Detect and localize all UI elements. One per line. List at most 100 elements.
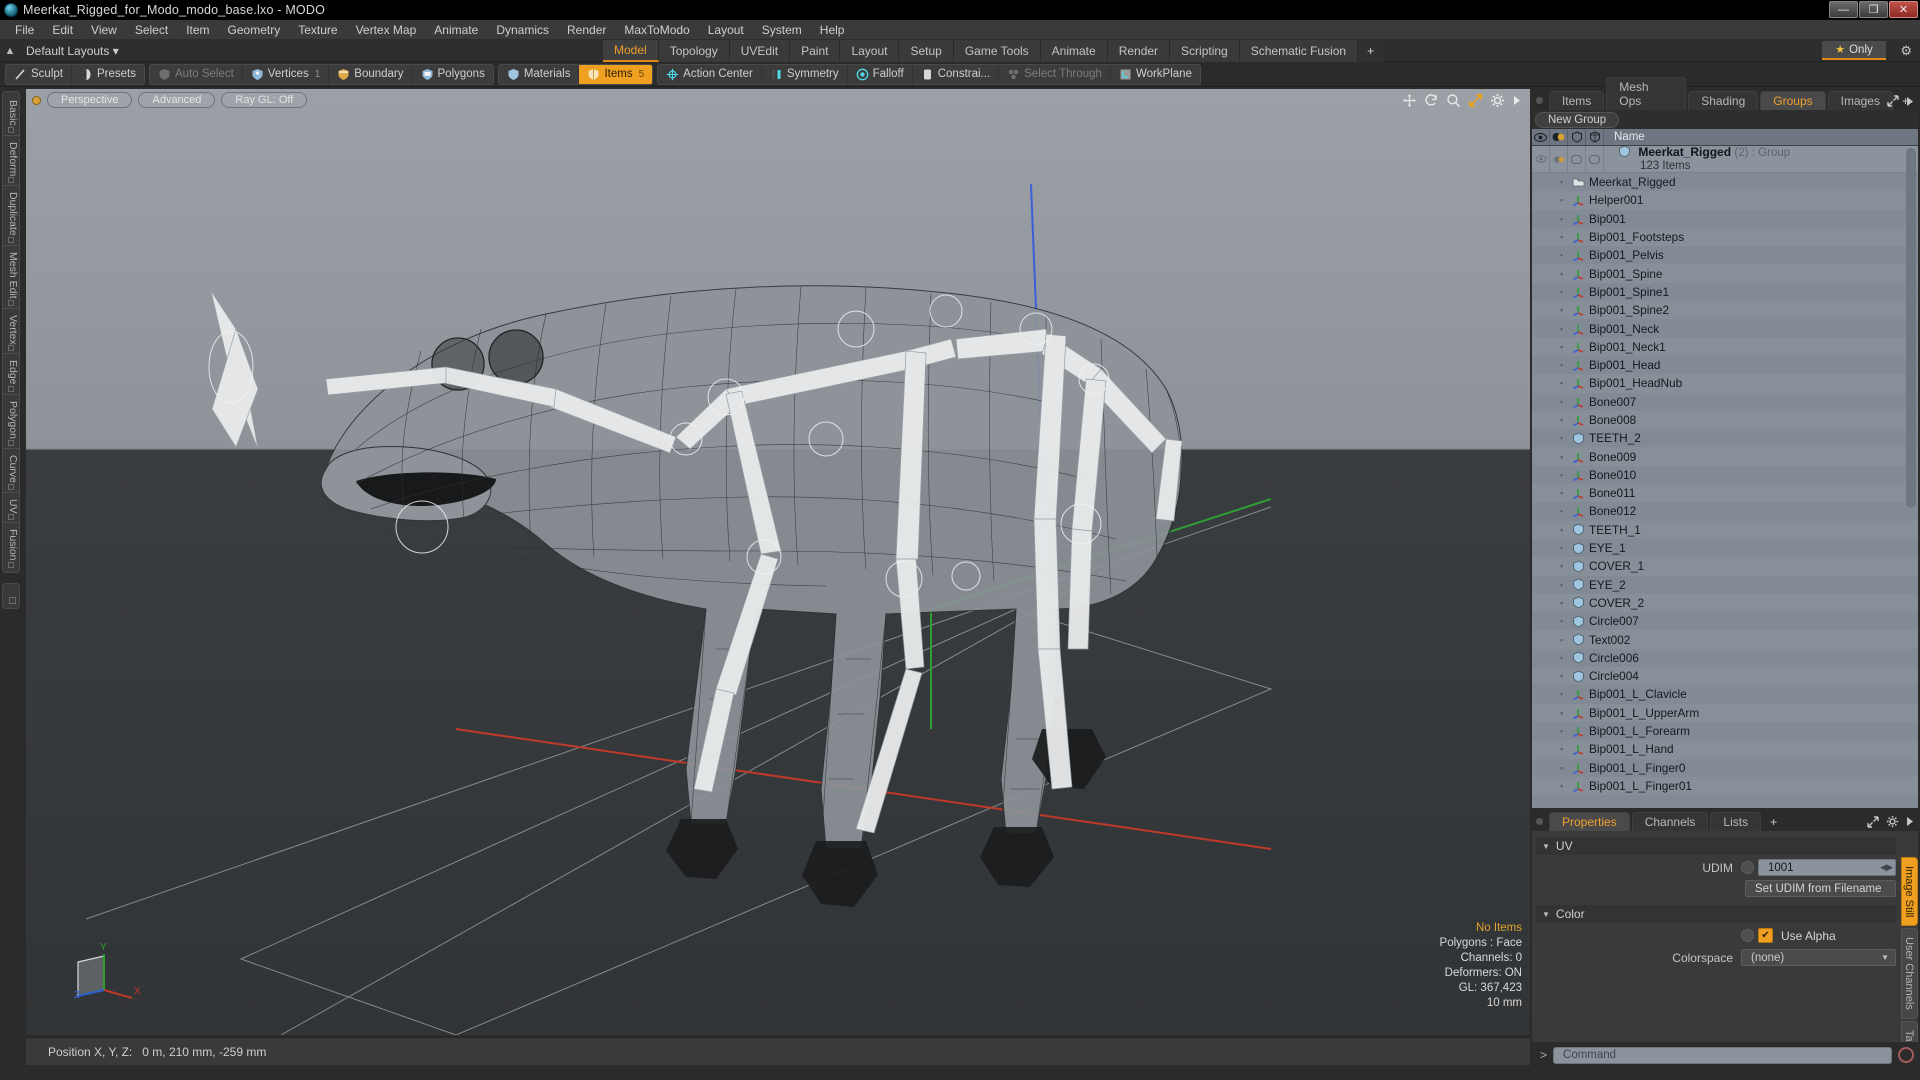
polygons-button[interactable]: Polygons (413, 65, 493, 84)
udim-knob[interactable] (1741, 861, 1754, 874)
list-item[interactable]: ▪ Bip001_HeadNub (1532, 374, 1918, 393)
list-item[interactable]: ▪ Bip001_L_Finger0 (1532, 759, 1918, 777)
left-tabs-extra-panel[interactable] (2, 582, 20, 609)
list-item[interactable]: ▪ Meerkat_Rigged (1532, 173, 1918, 191)
spinner-icon[interactable]: ◀▶ (1880, 862, 1893, 873)
list-item[interactable]: ▪ COVER_2 (1532, 593, 1918, 613)
tab-shading[interactable]: Shading (1688, 91, 1759, 110)
list-item[interactable]: ▪ Bone011 (1532, 484, 1918, 503)
left-tab-basic[interactable]: Basic (3, 94, 19, 136)
items-button[interactable]: Items 5 (579, 64, 653, 84)
list-item[interactable]: ▪ COVER_1 (1532, 557, 1918, 576)
expand-icon[interactable] (1867, 815, 1879, 828)
left-tab-deform[interactable]: Deform (3, 136, 19, 187)
expand-icon[interactable] (1887, 95, 1899, 107)
use-alpha-checkbox[interactable]: ✔ (1758, 928, 1773, 943)
list-item[interactable]: ▪ Text002 (1532, 630, 1918, 649)
materials-button[interactable]: Materials (499, 64, 580, 84)
list-item[interactable]: ▪ Bip001_L_Finger01 (1532, 776, 1918, 796)
menu-item-help[interactable]: Help (811, 21, 854, 39)
set-udim-from-filename-button[interactable]: Set UDIM from Filename (1745, 880, 1896, 897)
minimize-button[interactable]: — (1829, 1, 1858, 18)
select-through-button[interactable]: Select Through (999, 64, 1111, 84)
menu-item-maxtomodo[interactable]: MaxToModo (615, 21, 698, 39)
new-group-button[interactable]: New Group (1535, 111, 1620, 128)
viewport-shading-button[interactable]: Advanced (138, 92, 216, 108)
list-item[interactable]: ▪ Bone007 (1532, 393, 1918, 411)
only-toggle[interactable]: ★ Only (1822, 41, 1886, 60)
list-item[interactable]: ▪ Bone012 (1532, 502, 1918, 520)
list-item[interactable]: ▪ Bip001_Footsteps (1532, 227, 1918, 247)
tab-topology[interactable]: Topology (658, 40, 730, 62)
tab-schematic-fusion[interactable]: Schematic Fusion (1239, 40, 1359, 62)
list-item[interactable]: ▪ Bone010 (1532, 466, 1918, 484)
menu-item-layout[interactable]: Layout (699, 21, 753, 39)
list-item[interactable]: ▪ Bip001_Spine (1532, 264, 1918, 283)
panel-menu-dot[interactable] (1536, 97, 1543, 104)
zoom-icon[interactable] (1446, 93, 1461, 108)
row-shade-toggle[interactable] (1568, 146, 1586, 172)
menu-item-texture[interactable]: Texture (289, 21, 346, 39)
properties-menu-dot[interactable] (1536, 818, 1543, 825)
shade-icon[interactable] (1568, 129, 1586, 145)
left-tab-uv[interactable]: UV (3, 493, 19, 524)
tab-layout[interactable]: Layout (840, 40, 900, 62)
menu-item-vertex-map[interactable]: Vertex Map (347, 21, 426, 39)
gear-icon[interactable] (1886, 815, 1899, 828)
render-icon[interactable] (1550, 129, 1568, 145)
tab-animate[interactable]: Animate (1040, 40, 1108, 62)
close-button[interactable]: ✕ (1889, 1, 1918, 18)
tab-channels[interactable]: Channels (1631, 812, 1709, 831)
list-item[interactable]: ▪ Bip001_L_UpperArm (1532, 703, 1918, 722)
restore-button[interactable]: ❐ (1859, 1, 1888, 18)
3d-viewport[interactable]: Perspective Advanced Ray GL: Off Y X Z N… (26, 89, 1530, 1035)
udim-field[interactable]: 1001 ◀▶ (1758, 859, 1896, 876)
workplane-button[interactable]: WorkPlane (1111, 65, 1200, 84)
left-tab-vertex[interactable]: Vertex (3, 309, 19, 355)
list-item[interactable]: ▪ Bip001_L_Forearm (1532, 722, 1918, 740)
wire-icon[interactable] (1586, 129, 1604, 145)
list-item[interactable]: ▪ EYE_1 (1532, 539, 1918, 557)
group-header-row[interactable]: Meerkat_Rigged (2) : Group 123 Items (1532, 146, 1918, 173)
left-tab-edge[interactable]: Edge (3, 354, 19, 395)
row-wire-toggle[interactable] (1586, 146, 1604, 172)
list-item[interactable]: ▪ Bip001_Spine1 (1532, 283, 1918, 301)
left-tab-curve[interactable]: Curve (3, 449, 19, 493)
left-tab-fusion[interactable]: Fusion (3, 523, 19, 570)
symmetry-button[interactable]: Symmetry (762, 64, 848, 84)
tab-model[interactable]: Model (603, 40, 659, 62)
tab-images[interactable]: Images (1827, 91, 1893, 110)
boundary-button[interactable]: Boundary (329, 64, 413, 84)
play-icon[interactable] (1906, 96, 1914, 107)
list-item[interactable]: ▪ Circle006 (1532, 649, 1918, 667)
presets-button[interactable]: Presets (72, 65, 144, 84)
rotate-icon[interactable] (1424, 93, 1439, 108)
left-tab-duplicate[interactable]: Duplicate (3, 186, 19, 246)
list-item[interactable]: ▪ TEETH_2 (1532, 429, 1918, 447)
gear-icon[interactable] (1490, 93, 1505, 108)
sculpt-button[interactable]: Sculpt (6, 64, 72, 84)
list-item[interactable]: ▪ Bip001_L_Hand (1532, 740, 1918, 759)
list-item[interactable]: ▪ EYE_2 (1532, 576, 1918, 594)
menu-item-item[interactable]: Item (177, 21, 218, 39)
left-tab-polygon[interactable]: Polygon (3, 395, 19, 449)
tab-lists[interactable]: Lists (1710, 812, 1762, 831)
list-item[interactable]: ▪ Bip001_L_Clavicle (1532, 685, 1918, 703)
menu-item-geometry[interactable]: Geometry (219, 21, 290, 39)
list-item[interactable]: ▪ Helper001 (1532, 191, 1918, 210)
viewport-state-dot[interactable] (32, 95, 41, 105)
colorspace-select[interactable]: (none) ▼ (1741, 949, 1896, 966)
play-icon[interactable] (1906, 816, 1914, 827)
list-item[interactable]: ▪ Bip001_Head (1532, 356, 1918, 374)
item-list[interactable]: Meerkat_Rigged (2) : Group 123 Items ▪ Me… (1532, 146, 1918, 810)
section-color[interactable]: ▼ Color (1536, 905, 1896, 923)
constraint-button[interactable]: Constrai... (913, 64, 1000, 84)
vertices-button[interactable]: Vertices 1 (243, 64, 330, 84)
tab-render[interactable]: Render (1107, 40, 1171, 62)
auto-select-button[interactable]: Auto Select (150, 64, 243, 84)
menu-item-edit[interactable]: Edit (43, 21, 82, 39)
left-tab-mesh-edit[interactable]: Mesh Edit (3, 246, 19, 309)
tab-scripting[interactable]: Scripting (1170, 40, 1240, 62)
row-eye-toggle[interactable] (1532, 146, 1550, 172)
viewport-raygl-button[interactable]: Ray GL: Off (221, 92, 308, 108)
